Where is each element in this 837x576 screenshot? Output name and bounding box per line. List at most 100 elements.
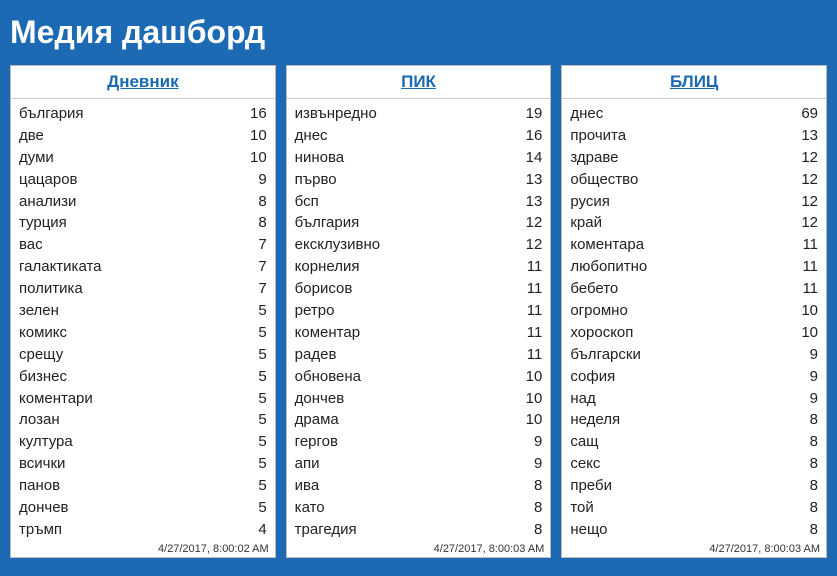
table-row: извънредно 19 <box>295 103 543 125</box>
count-cell: 10 <box>250 125 267 147</box>
count-cell: 5 <box>258 409 266 431</box>
table-row: ретро11 <box>295 300 543 322</box>
word-cell: българия <box>295 212 360 234</box>
count-cell: 9 <box>810 344 818 366</box>
word-cell: софия <box>570 366 615 388</box>
table-row: турция8 <box>19 212 267 234</box>
source-link[interactable]: ПИК <box>401 72 436 91</box>
word-cell: политика <box>19 278 83 300</box>
panel-body: българия16две10думи10цацаров 9 анализи 8тур… <box>11 99 275 543</box>
count-cell: 7 <box>258 234 266 256</box>
panel-header: Дневник <box>11 66 275 99</box>
word-cell: бсп <box>295 191 319 213</box>
table-row: срещу5 <box>19 344 267 366</box>
count-cell: 12 <box>526 234 543 256</box>
count-cell: 9 <box>534 431 542 453</box>
source-link[interactable]: БЛИЦ <box>670 72 718 91</box>
count-cell: 9 <box>810 388 818 410</box>
word-cell: български <box>570 344 641 366</box>
word-cell: борисов <box>295 278 353 300</box>
word-cell: общество <box>570 169 638 191</box>
word-cell: бебето <box>570 278 618 300</box>
table-row: обновена10 <box>295 366 543 388</box>
word-cell: днес <box>295 125 328 147</box>
count-cell: 8 <box>810 475 818 497</box>
word-cell: зелен <box>19 300 59 322</box>
table-row: здраве12 <box>570 147 818 169</box>
word-cell: цацаров <box>19 169 78 191</box>
word-cell: коментар <box>295 322 360 344</box>
word-cell: прочита <box>570 125 626 147</box>
word-cell: анализи <box>19 191 76 213</box>
timestamp: 4/27/2017, 8:00:03 AM <box>562 543 826 557</box>
source-link[interactable]: Дневник <box>107 72 179 91</box>
page-title: Медия дашборд <box>0 0 837 65</box>
word-cell: ива <box>295 475 320 497</box>
count-cell: 16 <box>526 125 543 147</box>
count-cell: 12 <box>801 191 818 213</box>
table-row: русия 12 <box>570 191 818 213</box>
word-cell: хороскоп <box>570 322 633 344</box>
word-cell: ексклузивно <box>295 234 380 256</box>
table-row: комикс5 <box>19 322 267 344</box>
count-cell: 16 <box>250 103 267 125</box>
word-cell: днес <box>570 103 603 125</box>
count-cell: 9 <box>258 169 266 191</box>
table-row: думи10 <box>19 147 267 169</box>
word-cell: дончев <box>19 497 69 519</box>
table-row: политика 7 <box>19 278 267 300</box>
panel-2: БЛИЦднес69прочита13здраве12общество12рус… <box>561 65 827 558</box>
count-cell: 7 <box>258 256 266 278</box>
count-cell: 8 <box>534 519 542 541</box>
word-cell: панов <box>19 475 60 497</box>
word-cell: радев <box>295 344 337 366</box>
word-cell: извънредно <box>295 103 377 125</box>
word-cell: русия <box>570 191 610 213</box>
word-cell: край <box>570 212 602 234</box>
table-row: любопитно11 <box>570 256 818 278</box>
table-row: българия12 <box>295 212 543 234</box>
word-cell: ретро <box>295 300 335 322</box>
word-cell: любопитно <box>570 256 647 278</box>
count-cell: 7 <box>258 278 266 300</box>
table-row: бизнес5 <box>19 366 267 388</box>
table-row: българия16 <box>19 103 267 125</box>
table-row: култура5 <box>19 431 267 453</box>
table-row: драма10 <box>295 409 543 431</box>
word-cell: нещо <box>570 519 607 541</box>
word-cell: обновена <box>295 366 361 388</box>
count-cell: 5 <box>258 300 266 322</box>
count-cell: 11 <box>527 322 543 344</box>
word-cell: драма <box>295 409 339 431</box>
panel-header: БЛИЦ <box>562 66 826 99</box>
word-cell: дончев <box>295 388 345 410</box>
count-cell: 11 <box>802 234 818 256</box>
count-cell: 13 <box>526 191 543 213</box>
count-cell: 8 <box>810 519 818 541</box>
table-row: хороскоп10 <box>570 322 818 344</box>
table-row: огромно10 <box>570 300 818 322</box>
word-cell: преби <box>570 475 612 497</box>
word-cell: секс <box>570 453 600 475</box>
table-row: две10 <box>19 125 267 147</box>
table-row: зелен 5 <box>19 300 267 322</box>
table-row: гергов9 <box>295 431 543 453</box>
table-row: ексклузивно 12 <box>295 234 543 256</box>
word-cell: нинова <box>295 147 344 169</box>
word-cell: срещу <box>19 344 63 366</box>
panel-1: ПИКизвънредно19днес16нинова14първо13бсп1… <box>286 65 552 558</box>
word-cell: вас <box>19 234 43 256</box>
count-cell: 9 <box>534 453 542 475</box>
table-row: ива8 <box>295 475 543 497</box>
count-cell: 11 <box>802 278 818 300</box>
count-cell: 10 <box>526 388 543 410</box>
table-row: всички5 <box>19 453 267 475</box>
count-cell: 19 <box>526 103 543 125</box>
count-cell: 11 <box>527 278 543 300</box>
panel-body: извънредно19днес16нинова14първо13бсп13бъ… <box>287 99 551 543</box>
count-cell: 8 <box>258 191 266 213</box>
count-cell: 8 <box>534 497 542 519</box>
table-row: над9 <box>570 388 818 410</box>
table-row: български 9 <box>570 344 818 366</box>
table-row: вас 7 <box>19 234 267 256</box>
